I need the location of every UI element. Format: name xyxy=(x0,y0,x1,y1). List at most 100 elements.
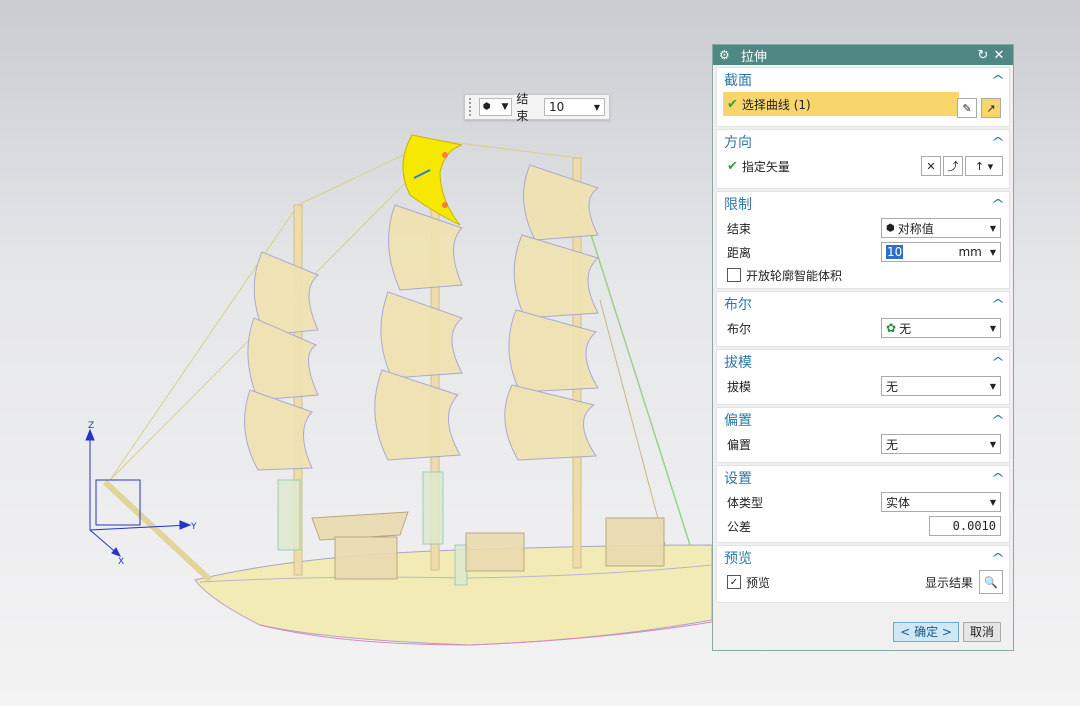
chevron-down-icon: ▼ xyxy=(989,497,996,507)
preview-checkbox[interactable]: ✓ xyxy=(727,575,741,589)
end-type-button[interactable]: ⬢ ▼ xyxy=(478,98,513,116)
settings-header[interactable]: 设置 ^ xyxy=(717,466,1009,490)
draft-panel: 拔模 ^ 拔模 无 ▼ xyxy=(716,349,1010,405)
select-curve-row[interactable]: ✔ 选择曲线 (1) xyxy=(723,92,959,116)
back-stay xyxy=(599,299,666,546)
sails-mast-1 xyxy=(244,251,319,471)
offset-row: 偏置 无 ▼ xyxy=(717,432,1009,456)
floating-mini-toolbar: ⬢ ▼ 结束 10 ▼ xyxy=(464,92,610,123)
magnifier-icon[interactable]: 🔍 xyxy=(979,570,1003,594)
tolerance-row: 公差 0.0010 xyxy=(717,514,1009,538)
drag-handle-top[interactable] xyxy=(442,152,448,158)
offset-select-value: 无 xyxy=(886,437,899,452)
preview-panel: 预览 ^ ✓ 预览 显示结果 🔍 xyxy=(716,545,1010,603)
show-result-label: 显示结果 xyxy=(924,575,973,590)
boolean-panel: 布尔 ^ 布尔 ✿ 无 ▼ xyxy=(716,291,1010,347)
draft-header[interactable]: 拔模 ^ xyxy=(717,350,1009,374)
vector-dialog-icon[interactable]: ⤴ xyxy=(943,156,963,176)
distance-field[interactable]: 10 mm ▼ xyxy=(881,242,1001,262)
boolean-title: 布尔 xyxy=(724,297,752,313)
end-row: 结束 ⬢ 对称值 ▼ xyxy=(717,216,1009,240)
preview-header[interactable]: 预览 ^ xyxy=(717,546,1009,570)
collapse-caret-icon[interactable]: ^ xyxy=(991,73,1005,87)
dialog-titlebar[interactable]: ⚙ 拉伸 ↻ ✕ xyxy=(713,45,1013,65)
boolean-none-icon: ✿ xyxy=(886,321,897,335)
drag-handle-bottom[interactable] xyxy=(442,202,448,208)
axis-x-label: X xyxy=(118,557,124,567)
end-select-value: 对称值 xyxy=(897,221,934,236)
open-profile-label: 开放轮廓智能体积 xyxy=(746,268,843,283)
offset-select[interactable]: 无 ▼ xyxy=(881,434,1001,454)
mini-end-value-field[interactable]: 10 ▼ xyxy=(543,98,605,116)
collapse-caret-icon[interactable]: ^ xyxy=(991,197,1005,211)
draft-select-value: 无 xyxy=(886,379,899,394)
distance-value-text: 10 xyxy=(886,245,904,259)
mini-end-label: 结束 xyxy=(516,92,529,123)
section-header[interactable]: 截面 ^ xyxy=(717,68,1009,92)
settings-title: 设置 xyxy=(724,471,752,487)
chevron-down-icon: ▼ xyxy=(989,223,996,233)
vector-type-dropdown[interactable]: ↑ ▾ xyxy=(965,156,1003,176)
collapse-caret-icon[interactable]: ^ xyxy=(991,297,1005,311)
extrude-dialog: ⚙ 拉伸 ↻ ✕ 截面 ^ ✔ 选择曲线 (1) ✎ ↗ 方向 ^ ✔ 指定矢量… xyxy=(712,44,1014,651)
cancel-button[interactable]: 取消 xyxy=(962,622,1001,642)
limits-panel: 限制 ^ 结束 ⬢ 对称值 ▼ 距离 10 mm ▼ 开放轮廓智能体积 xyxy=(716,191,1010,289)
dialog-footer: < 确定 > 取消 xyxy=(893,622,1001,642)
end-select[interactable]: ⬢ 对称值 ▼ xyxy=(881,218,1001,238)
ok-button[interactable]: < 确定 > xyxy=(893,622,959,642)
settings-panel: 设置 ^ 体类型 实体 ▼ 公差 0.0010 xyxy=(716,465,1010,543)
axis-y-label: Y xyxy=(190,522,197,532)
chevron-down-icon: ▼ xyxy=(989,323,996,333)
limits-title: 限制 xyxy=(724,197,752,213)
toolbar-grip[interactable] xyxy=(469,98,475,116)
chevron-down-icon: ▼ xyxy=(501,102,509,112)
open-profile-checkbox[interactable] xyxy=(727,268,741,282)
direction-header[interactable]: 方向 ^ xyxy=(717,130,1009,154)
body-type-select[interactable]: 实体 ▼ xyxy=(881,492,1001,512)
sails-mast-3 xyxy=(504,164,600,461)
distance-row: 距离 10 mm ▼ xyxy=(717,240,1009,264)
draft-row: 拔模 无 ▼ xyxy=(717,374,1009,398)
body-type-value: 实体 xyxy=(886,495,911,510)
direction-title: 方向 xyxy=(724,135,752,151)
reset-icon[interactable]: ↻ xyxy=(975,48,991,63)
collapse-caret-icon[interactable]: ^ xyxy=(991,551,1005,565)
section-title: 截面 xyxy=(724,73,752,89)
gear-icon[interactable]: ⚙ xyxy=(719,48,733,62)
collapse-caret-icon[interactable]: ^ xyxy=(991,135,1005,149)
boolean-header[interactable]: 布尔 ^ xyxy=(717,292,1009,316)
reverse-direction-icon[interactable]: ✕ xyxy=(921,156,941,176)
distance-value: 10 xyxy=(886,245,958,259)
open-profile-row[interactable]: 开放轮廓智能体积 xyxy=(717,264,1009,286)
draft-select[interactable]: 无 ▼ xyxy=(881,376,1001,396)
specify-vector-row: ✔ 指定矢量 ✕ ⤴ ↑ ▾ xyxy=(717,154,1009,178)
green-stay xyxy=(579,199,691,546)
direction-panel: 方向 ^ ✔ 指定矢量 ✕ ⤴ ↑ ▾ xyxy=(716,129,1010,189)
axis-z-label: Z xyxy=(88,421,94,431)
cube-icon: ⬢ xyxy=(886,222,895,234)
preview-title: 预览 xyxy=(724,551,752,567)
offset-title: 偏置 xyxy=(724,413,752,429)
collapse-caret-icon[interactable]: ^ xyxy=(991,471,1005,485)
offset-panel: 偏置 ^ 偏置 无 ▼ xyxy=(716,407,1010,463)
preview-label: 预览 xyxy=(746,575,771,590)
draft-title: 拔模 xyxy=(724,355,752,371)
curve-select-icon[interactable]: ↗ xyxy=(981,98,1001,118)
offset-header[interactable]: 偏置 ^ xyxy=(717,408,1009,432)
select-curve-label: 选择曲线 (1) xyxy=(741,97,811,112)
chevron-down-icon: ▼ xyxy=(989,439,996,449)
distance-unit: mm xyxy=(958,245,982,259)
specify-vector-label: 指定矢量 xyxy=(741,159,790,174)
chevron-down-icon: ▼ xyxy=(593,102,600,112)
check-icon: ✔ xyxy=(727,96,738,112)
tolerance-input[interactable]: 0.0010 xyxy=(929,516,1001,536)
limits-header[interactable]: 限制 ^ xyxy=(717,192,1009,216)
collapse-caret-icon[interactable]: ^ xyxy=(991,355,1005,369)
close-icon[interactable]: ✕ xyxy=(991,48,1007,63)
collapse-caret-icon[interactable]: ^ xyxy=(991,413,1005,427)
check-icon: ✔ xyxy=(727,158,738,174)
boolean-select[interactable]: ✿ 无 ▼ xyxy=(881,318,1001,338)
body-type-row: 体类型 实体 ▼ xyxy=(717,490,1009,514)
sketch-section-icon[interactable]: ✎ xyxy=(957,98,977,118)
coordinate-triad xyxy=(85,428,192,557)
